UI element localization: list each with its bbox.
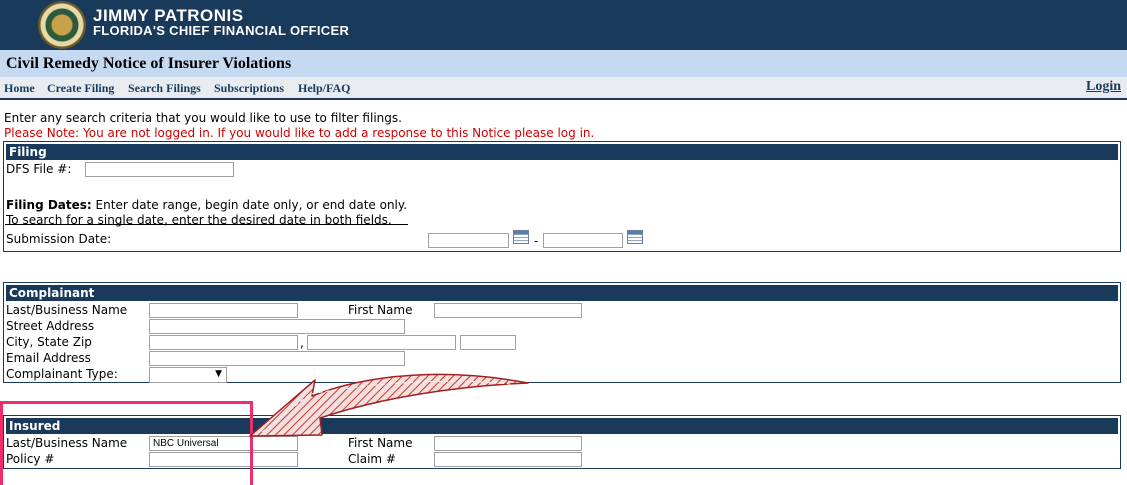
florida-cfo-seal-logo — [38, 1, 86, 49]
dfs-file-label: DFS File #: — [6, 162, 72, 176]
submission-date-label: Submission Date: — [6, 232, 112, 246]
nav-help-faq[interactable]: Help/FAQ — [298, 81, 350, 96]
nav-create-filing[interactable]: Create Filing — [47, 81, 114, 96]
calendar-icon[interactable] — [627, 230, 643, 244]
complainant-type-label: Complainant Type: — [6, 367, 118, 381]
dfs-file-input[interactable] — [85, 162, 234, 177]
complainant-type-select[interactable]: ▼ — [149, 367, 227, 383]
submission-start-date-input[interactable] — [428, 233, 509, 248]
page-title-bar: Civil Remedy Notice of Insurer Violation… — [0, 50, 1127, 77]
insured-claim-input[interactable] — [434, 452, 582, 467]
complainant-city-input[interactable] — [149, 335, 298, 350]
complainant-street-label: Street Address — [6, 319, 95, 333]
complainant-first-name-label: First Name — [348, 303, 413, 317]
complainant-email-input[interactable] — [149, 351, 405, 366]
site-header: JIMMY PATRONIS FLORIDA'S CHIEF FINANCIAL… — [0, 0, 1127, 50]
nav-search-filings[interactable]: Search Filings — [128, 81, 201, 96]
login-note: Please Note: You are not logged in. If y… — [4, 126, 595, 140]
complainant-email-label: Email Address — [6, 351, 91, 365]
nav-subscriptions[interactable]: Subscriptions — [214, 81, 284, 96]
filing-heading: Filing — [6, 144, 1118, 160]
complainant-last-name-input[interactable] — [149, 303, 298, 318]
complainant-last-name-label: Last/Business Name — [6, 303, 128, 317]
complainant-panel: Complainant Last/Business Name First Nam… — [3, 282, 1121, 383]
complainant-city-label: City, State Zip — [6, 335, 92, 349]
city-state-separator: , — [300, 336, 304, 350]
submission-end-date-input[interactable] — [543, 233, 623, 248]
filing-dates-label: Filing Dates: — [6, 198, 92, 212]
filing-dates-hint: Filing Dates: Enter date range, begin da… — [6, 198, 407, 212]
page-title: Civil Remedy Notice of Insurer Violation… — [6, 55, 292, 72]
date-range-separator: - — [534, 234, 539, 248]
complainant-state-input[interactable] — [307, 335, 456, 350]
main-nav: Home Create Filing Search Filings Subscr… — [0, 77, 1127, 100]
filing-panel: Filing DFS File #: Filing Dates: Enter d… — [3, 141, 1121, 252]
nav-home[interactable]: Home — [4, 81, 35, 96]
insured-claim-label: Claim # — [348, 452, 396, 466]
annotation-arrow-icon — [249, 373, 529, 437]
complainant-heading: Complainant — [6, 285, 1118, 301]
complainant-first-name-input[interactable] — [434, 303, 582, 318]
calendar-icon[interactable] — [513, 230, 529, 244]
search-instructions: Enter any search criteria that you would… — [4, 111, 402, 125]
complainant-zip-input[interactable] — [460, 335, 516, 350]
complainant-street-input[interactable] — [149, 319, 405, 334]
filing-dates-underline — [5, 224, 408, 225]
cfo-title: FLORIDA'S CHIEF FINANCIAL OFFICER — [93, 23, 350, 38]
annotation-highlight-box — [0, 401, 253, 485]
filing-dates-hint-1: Enter date range, begin date only, or en… — [91, 198, 408, 212]
chevron-down-icon: ▼ — [215, 369, 222, 379]
login-link[interactable]: Login — [1086, 79, 1121, 95]
